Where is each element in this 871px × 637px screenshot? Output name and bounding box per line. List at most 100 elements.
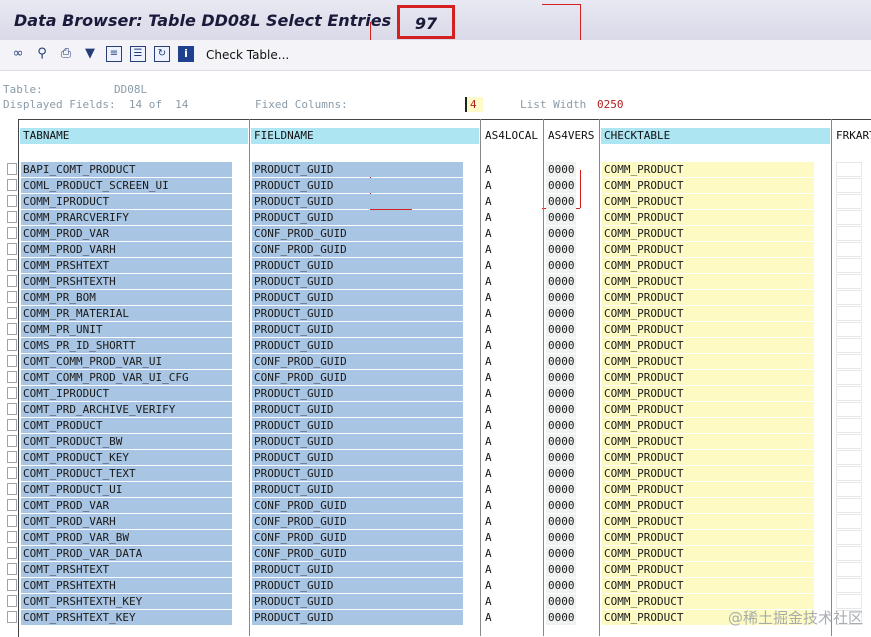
cell-fieldname[interactable]: PRODUCT_GUID [252,450,463,465]
cell-checktable[interactable]: COMM_PRODUCT [602,322,814,337]
cell-checktable[interactable]: COMM_PRODUCT [602,258,814,273]
cell-fieldname[interactable]: PRODUCT_GUID [252,482,463,497]
cell-as4vers[interactable]: 0000 [546,402,576,417]
cell-checktable[interactable]: COMM_PRODUCT [602,578,814,593]
cell-as4local[interactable]: A [483,482,541,497]
cell-as4vers[interactable]: 0000 [546,242,576,257]
cell-tabname[interactable]: COMT_PRD_ARCHIVE_VERIFY [21,402,232,417]
cell-tabname[interactable]: COMT_PRSHTEXT_KEY [21,610,232,625]
cell-checktable[interactable]: COMM_PRODUCT [602,546,814,561]
row-select-checkbox[interactable] [7,307,17,319]
cell-as4vers[interactable]: 0000 [546,322,576,337]
info-icon[interactable]: i [178,46,194,62]
cell-as4vers[interactable]: 0000 [546,194,576,209]
cell-as4vers[interactable]: 0000 [546,594,576,609]
cell-as4vers[interactable]: 0000 [546,418,576,433]
cell-fieldname[interactable]: PRODUCT_GUID [252,418,463,433]
cell-checktable[interactable]: COMM_PRODUCT [602,498,814,513]
row-select-checkbox[interactable] [7,563,17,575]
cell-tabname[interactable]: COMT_PRSHTEXTH_KEY [21,594,232,609]
cell-frkart[interactable] [836,434,862,449]
cell-tabname[interactable]: COMM_PRSHTEXTH [21,274,232,289]
cell-frkart[interactable] [836,322,862,337]
cell-fieldname[interactable]: PRODUCT_GUID [252,274,463,289]
column-header-as4vers[interactable]: AS4VERS [545,128,598,144]
cell-as4vers[interactable]: 0000 [546,514,576,529]
cell-frkart[interactable] [836,418,862,433]
cell-frkart[interactable] [836,498,862,513]
cell-as4local[interactable]: A [483,194,541,209]
search-detail-icon[interactable]: ⚲ [34,46,50,62]
row-select-checkbox[interactable] [7,435,17,447]
cell-checktable[interactable]: COMM_PRODUCT [602,178,814,193]
row-select-checkbox[interactable] [7,499,17,511]
cell-fieldname[interactable]: PRODUCT_GUID [252,562,463,577]
cell-as4local[interactable]: A [483,178,541,193]
cell-as4local[interactable]: A [483,578,541,593]
cell-tabname[interactable]: COML_PRODUCT_SCREEN_UI [21,178,232,193]
cell-fieldname[interactable]: PRODUCT_GUID [252,210,463,225]
cell-as4vers[interactable]: 0000 [546,258,576,273]
cell-as4local[interactable]: A [483,386,541,401]
cell-as4local[interactable]: A [483,226,541,241]
cell-fieldname[interactable]: PRODUCT_GUID [252,258,463,273]
cell-tabname[interactable]: COMM_IPRODUCT [21,194,232,209]
cell-tabname[interactable]: COMM_PR_BOM [21,290,232,305]
cell-as4vers[interactable]: 0000 [546,226,576,241]
cell-fieldname[interactable]: PRODUCT_GUID [252,402,463,417]
cell-as4local[interactable]: A [483,322,541,337]
cell-as4vers[interactable]: 0000 [546,530,576,545]
cell-as4local[interactable]: A [483,610,541,625]
cell-frkart[interactable] [836,450,862,465]
cell-as4local[interactable]: A [483,290,541,305]
cell-checktable[interactable]: COMM_PRODUCT [602,194,814,209]
cell-frkart[interactable] [836,242,862,257]
cell-as4vers[interactable]: 0000 [546,290,576,305]
row-select-checkbox[interactable] [7,227,17,239]
cell-as4vers[interactable]: 0000 [546,306,576,321]
filter-icon[interactable]: ▼ [82,46,98,62]
row-select-checkbox[interactable] [7,515,17,527]
cell-tabname[interactable]: COMM_PR_MATERIAL [21,306,232,321]
cell-as4local[interactable]: A [483,258,541,273]
cell-checktable[interactable]: COMM_PRODUCT [602,338,814,353]
cell-as4local[interactable]: A [483,514,541,529]
row-select-checkbox[interactable] [7,211,17,223]
cell-as4vers[interactable]: 0000 [546,178,576,193]
cell-fieldname[interactable]: PRODUCT_GUID [252,610,463,625]
cell-tabname[interactable]: COMT_PRODUCT_KEY [21,450,232,465]
cell-frkart[interactable] [836,386,862,401]
cell-fieldname[interactable]: PRODUCT_GUID [252,338,463,353]
cell-checktable[interactable]: COMM_PRODUCT [602,386,814,401]
cell-tabname[interactable]: COMM_PROD_VAR [21,226,232,241]
cell-as4vers[interactable]: 0000 [546,562,576,577]
cell-as4local[interactable]: A [483,338,541,353]
cell-fieldname[interactable]: PRODUCT_GUID [252,578,463,593]
cell-frkart[interactable] [836,578,862,593]
cell-as4vers[interactable]: 0000 [546,610,576,625]
cell-tabname[interactable]: COMT_PRODUCT_TEXT [21,466,232,481]
cell-fieldname[interactable]: PRODUCT_GUID [252,306,463,321]
cell-tabname[interactable]: COMT_PRSHTEXT [21,562,232,577]
cell-tabname[interactable]: COMT_COMM_PROD_VAR_UI_CFG [21,370,232,385]
cell-checktable[interactable]: COMM_PRODUCT [602,418,814,433]
cell-as4vers[interactable]: 0000 [546,482,576,497]
cell-as4local[interactable]: A [483,370,541,385]
cell-frkart[interactable] [836,370,862,385]
cell-checktable[interactable]: COMM_PRODUCT [602,450,814,465]
row-select-checkbox[interactable] [7,355,17,367]
cell-checktable[interactable]: COMM_PRODUCT [602,306,814,321]
cell-fieldname[interactable]: CONF_PROD_GUID [252,242,463,257]
row-select-checkbox[interactable] [7,403,17,415]
cell-as4vers[interactable]: 0000 [546,370,576,385]
cell-as4local[interactable]: A [483,354,541,369]
column-header-frkart[interactable]: FRKART [833,128,871,144]
cell-tabname[interactable]: COMM_PROD_VARH [21,242,232,257]
cell-checktable[interactable]: COMM_PRODUCT [602,402,814,417]
cell-tabname[interactable]: COMT_PRODUCT_UI [21,482,232,497]
column-header-fieldname[interactable]: FIELDNAME [251,128,479,144]
cell-checktable[interactable]: COMM_PRODUCT [602,434,814,449]
row-select-checkbox[interactable] [7,339,17,351]
cell-as4vers[interactable]: 0000 [546,434,576,449]
cell-fieldname[interactable]: CONF_PROD_GUID [252,498,463,513]
